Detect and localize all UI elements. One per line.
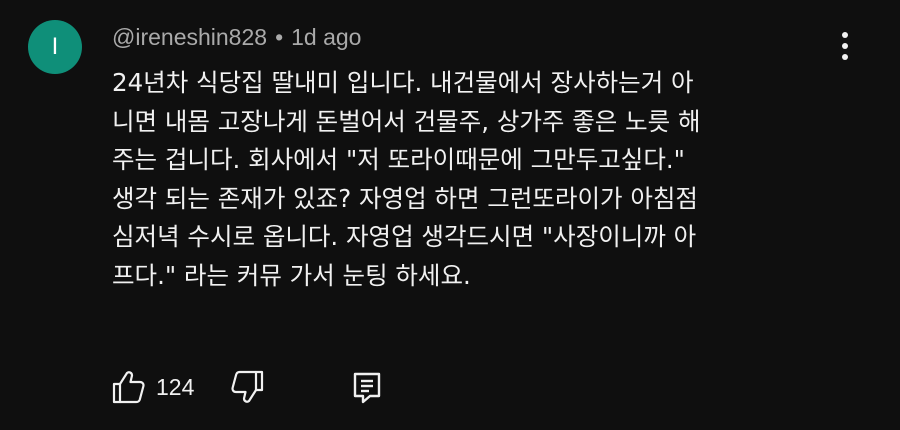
vertical-dots-icon [842,32,848,60]
thumbs-up-icon [112,371,145,404]
dislike-button[interactable] [230,369,268,405]
like-count: 124 [156,373,195,400]
avatar-letter: I [51,33,59,60]
comment-text: 24년차 식당집 딸내미 입니다. 내건물에서 장사하는거 아 니면 내몸 고장… [112,68,701,290]
thumbs-down-icon [231,370,264,403]
separator-dot: • [275,23,284,50]
reply-button[interactable] [350,369,384,405]
like-button[interactable]: 124 [108,369,194,405]
timestamp[interactable]: 1d ago [291,24,361,51]
comment-actions: 124 [108,362,384,412]
more-actions-button[interactable] [828,26,862,66]
comment-header: @ireneshin828 • 1d ago [112,20,361,54]
avatar[interactable]: I [28,20,82,74]
comment-thread: I @ireneshin828 • 1d ago 24년차 식당집 딸내미 입니… [0,0,900,430]
author-handle[interactable]: @ireneshin828 [112,24,267,51]
reply-comment-icon [354,372,381,404]
